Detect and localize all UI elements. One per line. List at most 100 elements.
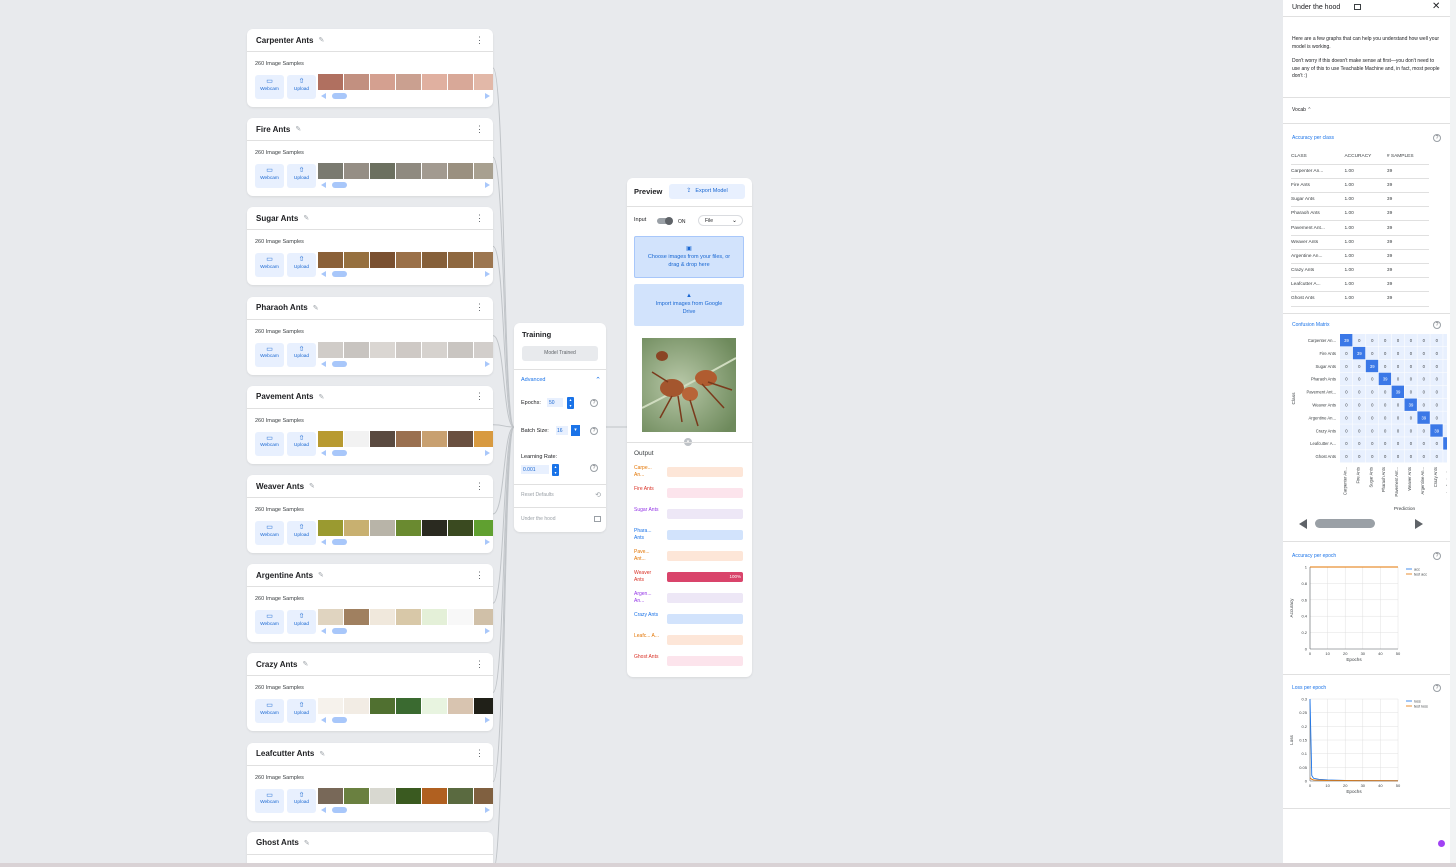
class-name[interactable]: Crazy Ants [256, 660, 298, 669]
webcam-button[interactable]: ▭ Webcam [255, 75, 284, 99]
thumbnail-scroller[interactable] [318, 449, 493, 456]
sample-thumbnail[interactable] [396, 787, 421, 804]
sample-thumbnail[interactable] [370, 74, 395, 90]
google-drive-import[interactable]: ▲ Import images from Google Drive [634, 284, 744, 326]
edit-icon[interactable]: ✎ [319, 750, 325, 758]
scroll-thumb[interactable] [332, 182, 347, 189]
thumbnail-scroller[interactable] [318, 360, 493, 367]
scroll-right-arrow[interactable] [485, 449, 490, 456]
sample-thumbnail[interactable] [344, 74, 369, 90]
upload-button[interactable]: ⇧ Upload [287, 521, 316, 545]
learning-rate-stepper[interactable]: ▴ ▾ [552, 464, 559, 476]
sample-thumbnail[interactable] [318, 430, 343, 447]
webcam-button[interactable]: ▭ Webcam [255, 699, 284, 724]
class-name[interactable]: Weaver Ants [256, 482, 304, 491]
upload-button[interactable]: ⇧ Upload [287, 164, 316, 189]
epochs-input[interactable]: 50 [547, 398, 563, 407]
sample-thumbnail[interactable] [344, 609, 369, 626]
scroll-right-arrow[interactable] [485, 806, 490, 813]
source-select[interactable]: File ⌄ [698, 215, 743, 226]
class-name[interactable]: Ghost Ants [256, 838, 299, 847]
sample-thumbnail[interactable] [344, 430, 369, 447]
export-model-button[interactable]: ⇪ Export Model [669, 184, 745, 199]
panel-scrollbar[interactable] [1450, 0, 1456, 867]
advanced-toggle[interactable]: Advanced ⌃ [521, 377, 601, 387]
scroll-right-arrow[interactable] [485, 271, 490, 278]
help-icon[interactable]: ? [1433, 321, 1441, 329]
class-name[interactable]: Argentine Ants [256, 571, 313, 580]
learning-rate-input[interactable]: 0.001 [521, 465, 549, 474]
sample-thumbnail[interactable] [422, 787, 447, 804]
sample-thumbnail[interactable] [318, 341, 343, 358]
upload-button[interactable]: ⇧ Upload [287, 788, 316, 813]
sample-thumbnail[interactable] [318, 163, 343, 180]
edit-icon[interactable]: ✎ [303, 660, 309, 668]
sample-thumbnail[interactable] [344, 520, 369, 536]
edit-icon[interactable]: ✎ [304, 839, 310, 847]
scroll-right-arrow[interactable] [485, 717, 490, 724]
sample-thumbnail[interactable] [448, 252, 473, 269]
sample-thumbnail[interactable] [370, 787, 395, 804]
sample-thumbnail[interactable] [396, 341, 421, 358]
upload-button[interactable]: ⇧ Upload [287, 75, 316, 99]
upload-button[interactable]: ⇧ Upload [287, 699, 316, 724]
sample-thumbnail[interactable] [396, 520, 421, 536]
class-name[interactable]: Carpenter Ants [256, 36, 314, 45]
class-name[interactable]: Pharaoh Ants [256, 303, 308, 312]
help-icon[interactable]: ? [1433, 134, 1441, 142]
sample-thumbnail[interactable] [474, 430, 493, 447]
edit-icon[interactable]: ✎ [303, 214, 309, 222]
scroll-thumb[interactable] [332, 271, 347, 278]
scroll-thumb[interactable] [1315, 519, 1375, 528]
sample-thumbnail[interactable] [318, 609, 343, 626]
sample-thumbnail[interactable] [422, 341, 447, 358]
class-name[interactable]: Sugar Ants [256, 214, 298, 223]
sample-thumbnail[interactable] [474, 252, 493, 269]
help-icon[interactable]: ? [590, 427, 598, 435]
scroll-left-arrow[interactable] [321, 539, 326, 545]
upload-button[interactable]: ⇧ Upload [287, 253, 316, 278]
edit-icon[interactable]: ✎ [319, 393, 325, 401]
scroll-left-arrow[interactable] [321, 360, 326, 367]
edit-icon[interactable]: ✎ [295, 125, 301, 133]
reset-defaults-button[interactable]: Reset Defaults ⟲ [521, 492, 601, 502]
scroll-right-arrow[interactable] [485, 182, 490, 189]
sample-thumbnail[interactable] [422, 520, 447, 536]
close-icon[interactable]: ✕ [1432, 1, 1440, 12]
scroll-left-arrow[interactable] [321, 806, 326, 813]
sample-thumbnail[interactable] [370, 520, 395, 536]
under-the-hood-button[interactable]: Under the hood [521, 516, 601, 526]
sample-thumbnail[interactable] [474, 163, 493, 180]
scroll-right-arrow[interactable] [1415, 519, 1423, 529]
sample-thumbnail[interactable] [448, 341, 473, 358]
file-upload-dropzone[interactable]: ▣ Choose images from your files, or drag… [634, 236, 744, 278]
help-icon[interactable]: ? [590, 464, 598, 472]
sample-thumbnail[interactable] [448, 163, 473, 180]
more-options-icon[interactable]: ⋮ [475, 391, 484, 402]
sample-thumbnail[interactable] [474, 787, 493, 804]
sample-thumbnail[interactable] [396, 698, 421, 715]
more-options-icon[interactable]: ⋮ [475, 570, 484, 581]
scroll-left-arrow[interactable] [321, 93, 326, 99]
sample-thumbnail[interactable] [422, 430, 447, 447]
sample-thumbnail[interactable] [318, 252, 343, 269]
scroll-left-arrow[interactable] [321, 449, 326, 456]
more-options-icon[interactable]: ⋮ [475, 302, 484, 313]
sample-thumbnail[interactable] [448, 698, 473, 715]
webcam-button[interactable]: ▭ Webcam [255, 164, 284, 189]
webcam-button[interactable]: ▭ Webcam [255, 788, 284, 813]
batch-size-select[interactable]: 16 [556, 426, 568, 435]
class-name[interactable]: Pavement Ants [256, 392, 314, 401]
sample-thumbnail[interactable] [474, 698, 493, 715]
epochs-stepper[interactable]: ▴ ▾ [567, 397, 574, 409]
sample-thumbnail[interactable] [344, 698, 369, 715]
sample-thumbnail[interactable] [474, 341, 493, 358]
edit-icon[interactable]: ✎ [313, 304, 319, 312]
sample-thumbnail[interactable] [370, 341, 395, 358]
scroll-thumb[interactable] [332, 360, 347, 367]
sample-thumbnail[interactable] [396, 252, 421, 269]
sample-thumbnail[interactable] [422, 74, 447, 90]
sample-thumbnail[interactable] [474, 74, 493, 90]
more-options-icon[interactable]: ⋮ [475, 659, 484, 670]
scroll-thumb[interactable] [332, 449, 347, 456]
